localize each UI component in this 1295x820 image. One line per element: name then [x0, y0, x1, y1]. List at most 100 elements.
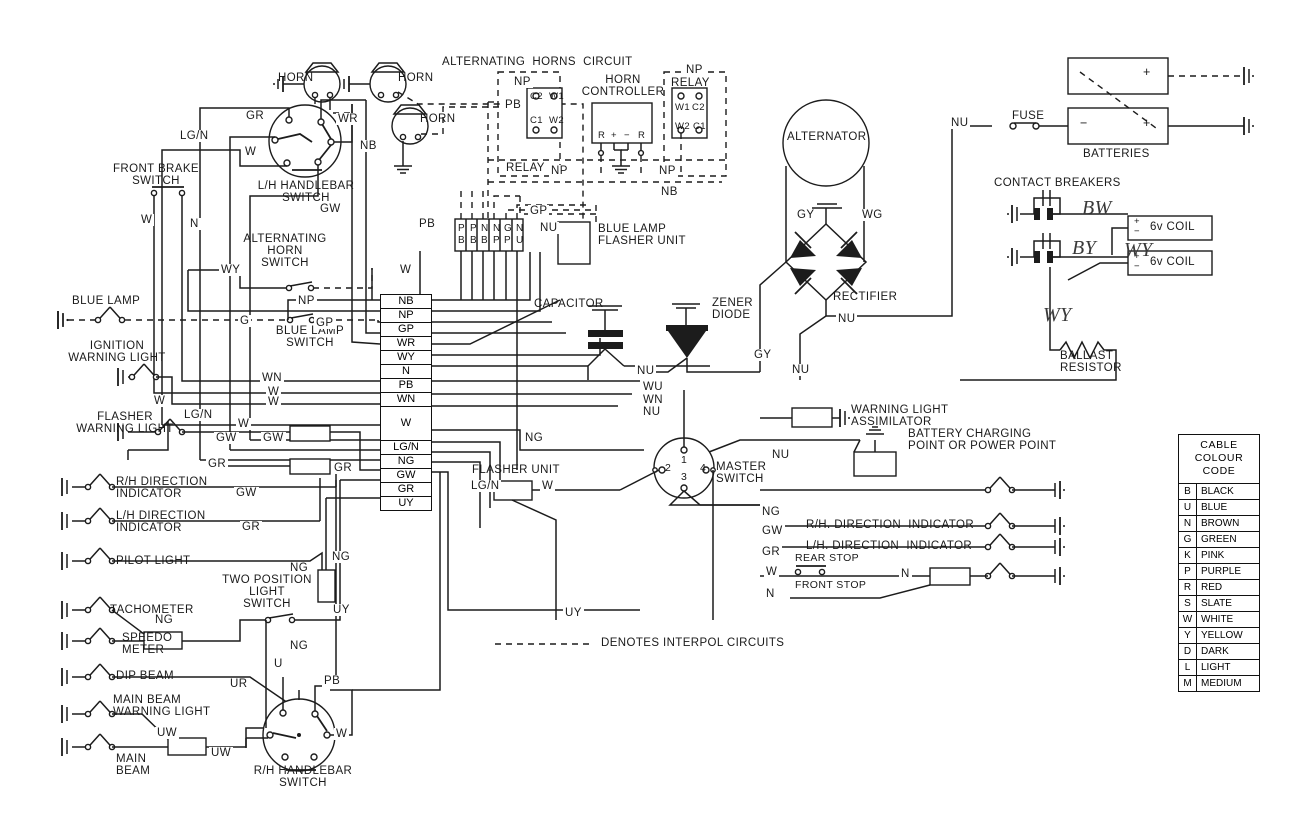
label-blue-lamp: BLUE LAMP [72, 295, 141, 307]
wire-label-nu: NU [790, 364, 812, 377]
terminal-ng: NG [381, 455, 431, 469]
wire-label-gw: GW [318, 203, 343, 216]
relay-right-terminal-w2: W2 [675, 121, 691, 132]
relay-right-terminal-c1: C1 [693, 121, 706, 132]
wire-label-uy: UY [331, 604, 352, 617]
label-dip-beam: DIP BEAM [116, 670, 174, 682]
label-front-brake-switch: FRONT BRAKE SWITCH [113, 163, 199, 188]
wire-label-nb: NB [659, 186, 680, 199]
label-lh-handlebar-switch: L/H HANDLEBAR SWITCH [257, 180, 355, 205]
wire-label-wu: WU [641, 381, 665, 394]
label-pilot-light: PILOT LIGHT [116, 555, 191, 567]
connector-terminal-pb: PB [470, 223, 478, 246]
cable-colour-code-letter: B [1179, 484, 1197, 500]
label-rh-direction-indicator-left: R/H DIRECTION INDICATOR [116, 476, 208, 501]
label-batteries: BATTERIES [1083, 148, 1150, 160]
relay-left-terminal-w2: W2 [549, 115, 565, 126]
label-alternator: ALTERNATOR [787, 131, 867, 143]
terminal-wr: WR [381, 337, 431, 351]
terminal-pb: PB [381, 379, 431, 393]
label-flasher-unit: FLASHER UNIT [472, 464, 560, 476]
wire-label-n: N [899, 568, 912, 581]
label-two-position-light-switch: TWO POSITION LIGHT SWITCH [222, 574, 312, 611]
terminal-w: W [381, 407, 431, 441]
label-blue-lamp-switch: BLUE LAMP SWITCH [275, 325, 345, 350]
label-ignition-warning-light: IGNITION WARNING LIGHT [68, 340, 166, 365]
wire-label-wr: WR [336, 113, 360, 126]
wire-label-ng: NG [153, 614, 176, 627]
connector-terminal-pb: PB [458, 223, 466, 246]
horn-controller-terminal-plus: + [611, 130, 617, 141]
wire-label-gy: GY [795, 209, 817, 222]
cable-colour-name: RED [1201, 582, 1223, 594]
cable-colour-code-title: CABLE COLOUR CODE [1179, 435, 1259, 485]
cable-colour-row: L LIGHT [1179, 660, 1259, 677]
label-capacitor: CAPACITOR [534, 298, 604, 310]
wire-label-wn: WN [641, 394, 665, 407]
connector-terminal-nb: NB [481, 223, 489, 246]
master-switch-terminal-1: 1 [681, 454, 688, 466]
label-fuse: FUSE [1012, 110, 1045, 122]
terminal-wn: WN [381, 393, 431, 407]
battery-top-plus: + [1143, 65, 1151, 79]
cable-colour-code-letter: W [1179, 612, 1197, 628]
cable-colour-row: D DARK [1179, 644, 1259, 661]
wire-label-gr: GR [244, 110, 267, 123]
wire-label-nu: NU [538, 222, 560, 235]
wire-label-gw: GW [214, 432, 239, 445]
wire-label-gp: GP [314, 317, 336, 330]
label-battery-charging-point: BATTERY CHARGING POINT OR POWER POINT [908, 428, 1057, 453]
wire-label-nu: NU [770, 449, 792, 462]
label-rh-handlebar-switch: R/H HANDLEBAR SWITCH [253, 765, 353, 790]
wire-label-gy: GY [752, 349, 774, 362]
terminal-gw: GW [381, 469, 431, 483]
wire-label-ng: NG [330, 551, 353, 564]
wire-label-uw: UW [209, 747, 233, 760]
wire-label-w: W [398, 264, 414, 277]
legend-interpol-note: DENOTES INTERPOL CIRCUITS [601, 637, 785, 649]
label-speedo-meter: SPEEDO METER [122, 632, 173, 657]
wire-label-np: NP [512, 76, 533, 89]
wire-label-nu: NU [635, 365, 657, 378]
terminal-nb: NB [381, 295, 431, 309]
label-lh-direction-indicator-right: L/H. DIRECTION INDICATOR [806, 540, 973, 552]
label-rectifier: RECTIFIER [833, 291, 898, 303]
relay-left-terminal-w1: W1 [549, 91, 565, 102]
label-relay-right: RELAY [671, 77, 710, 89]
wire-label-w: W [152, 395, 168, 408]
wire-label-nb: NB [358, 140, 379, 153]
wire-label-lg-n: LG/N [178, 130, 211, 143]
battery-bottom-minus: − [1080, 116, 1088, 130]
label-blue-lamp-flasher-unit: BLUE LAMP FLASHER UNIT [598, 223, 686, 248]
wire-label-gr: GR [206, 458, 229, 471]
wire-label-uy: UY [563, 607, 584, 620]
wire-label-w: W [266, 396, 282, 409]
cable-colour-name: BLACK [1201, 486, 1234, 498]
cable-colour-row: M MEDIUM [1179, 676, 1259, 692]
wire-label-gr: GR [760, 546, 783, 559]
cable-colour-code-table: CABLE COLOUR CODE B BLACK U BLUE N BROWN G GREE… [1178, 434, 1260, 693]
wire-label-gp: GP [528, 205, 550, 218]
coil-1-minus: − [1134, 226, 1140, 237]
cable-colour-row: B BLACK [1179, 484, 1259, 501]
wire-label-u: U [272, 658, 285, 671]
terminal-uy: UY [398, 497, 414, 509]
handwritten-note: WY [1124, 239, 1153, 261]
wire-label-np: NP [296, 295, 317, 308]
wire-label-w: W [540, 480, 556, 493]
label-tachometer: TACHOMETER [110, 604, 194, 616]
label-contact-breakers: CONTACT BREAKERS [994, 177, 1121, 189]
handwritten-note: WY [1043, 304, 1072, 326]
wire-label-nu: NU [836, 313, 858, 326]
cable-colour-name: SLATE [1201, 598, 1232, 610]
cct-title-line-1: CABLE [1200, 439, 1238, 451]
wire-label-w: W [139, 214, 155, 227]
wire-label-np: NP [657, 165, 678, 178]
wire-label-uw: UW [155, 727, 179, 740]
label-rh-direction-indicator-right: R/H. DIRECTION INDICATOR [806, 519, 975, 531]
label-main-beam-warning-light: MAIN BEAM WARNING LIGHT [113, 694, 211, 719]
wire-label-nu: NU [949, 117, 971, 130]
label-lh-direction-indicator-left: L/H DIRECTION INDICATOR [116, 510, 206, 535]
wire-label-g: G [238, 315, 252, 328]
wire-label-ng: NG [760, 506, 783, 519]
